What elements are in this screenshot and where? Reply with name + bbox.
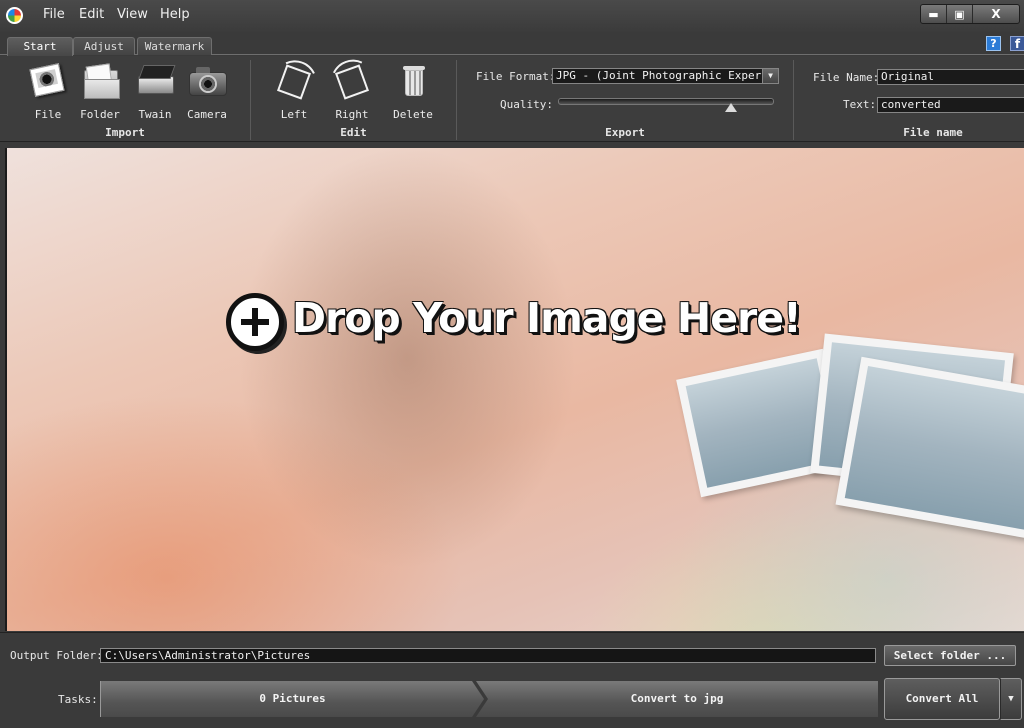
window-controls: ▬ ▣ X — [920, 4, 1020, 24]
delete-label: Delete — [393, 108, 433, 121]
text-input[interactable]: converted — [877, 97, 1024, 113]
rotate-right-icon — [332, 62, 372, 102]
text-label: Text: — [843, 98, 877, 111]
camera-icon — [187, 62, 227, 102]
decorative-photo — [835, 356, 1024, 540]
trash-icon — [393, 62, 433, 102]
drop-image-text: Drop Your Image Here! — [292, 294, 802, 342]
menu-help[interactable]: Help — [160, 7, 190, 22]
file-format-select[interactable]: JPG - (Joint Photographic Experts ▼ — [552, 68, 779, 84]
select-folder-button[interactable]: Select folder ... — [884, 645, 1016, 666]
file-format-value: JPG - (Joint Photographic Experts — [556, 69, 775, 82]
group-label-file-name: File name — [903, 126, 963, 139]
tab-strip: Start Adjust Watermark — [0, 32, 1024, 56]
minimize-button[interactable]: ▬ — [921, 5, 947, 23]
menu-file[interactable]: File — [43, 7, 65, 22]
rotate-right-label: Right — [335, 108, 369, 121]
text-value: converted — [881, 98, 941, 111]
import-camera-label: Camera — [187, 108, 227, 121]
task-progress-bar: 0 Pictures Convert to jpg — [100, 681, 878, 717]
import-file-button[interactable]: File — [22, 62, 74, 122]
output-folder-label: Output Folder: — [10, 649, 103, 662]
close-button[interactable]: X — [973, 5, 1019, 23]
task-convert-segment: Convert to jpg — [476, 681, 878, 717]
convert-all-button[interactable]: Convert All — [884, 678, 1000, 720]
quality-slider-thumb[interactable] — [724, 103, 737, 112]
maximize-button[interactable]: ▣ — [947, 5, 973, 23]
image-drop-area[interactable]: Drop Your Image Here! — [5, 148, 1024, 631]
file-name-select[interactable]: Original — [877, 69, 1024, 85]
import-folder-label: Folder — [80, 108, 120, 121]
scanner-icon — [135, 62, 175, 102]
title-bar: File Edit View Help ▬ ▣ X — [0, 0, 1024, 32]
rotate-left-icon — [274, 62, 314, 102]
import-twain-label: Twain — [138, 108, 172, 121]
app-logo-icon[interactable] — [6, 7, 23, 24]
output-folder-input[interactable]: C:\Users\Administrator\Pictures — [100, 648, 876, 663]
file-name-value: Original — [881, 70, 934, 83]
quality-label: Quality: — [500, 98, 553, 111]
help-icon[interactable]: ? — [986, 36, 1001, 51]
chevron-down-icon[interactable]: ▼ — [1000, 678, 1022, 720]
rotate-left-label: Left — [280, 108, 308, 121]
facebook-icon[interactable]: f — [1010, 36, 1024, 51]
import-camera-button[interactable]: Camera — [181, 62, 233, 122]
group-label-import: Import — [105, 126, 145, 139]
import-twain-button[interactable]: Twain — [129, 62, 181, 122]
tab-watermark[interactable]: Watermark — [137, 37, 212, 55]
group-label-edit: Edit — [340, 126, 367, 139]
quality-slider[interactable] — [558, 98, 774, 105]
chevron-down-icon[interactable]: ▼ — [762, 69, 778, 83]
rotate-right-button[interactable]: Right — [326, 62, 378, 122]
rotate-left-button[interactable]: Left — [268, 62, 320, 122]
tasks-label: Tasks: — [58, 693, 98, 706]
menu-edit[interactable]: Edit — [79, 7, 104, 22]
file-name-label: File Name: — [813, 71, 880, 84]
photo-icon — [28, 62, 68, 102]
delete-button[interactable]: Delete — [387, 62, 439, 122]
task-pictures-segment: 0 Pictures — [100, 681, 484, 717]
group-label-export: Export — [605, 126, 645, 139]
menu-view[interactable]: View — [117, 7, 148, 22]
import-folder-button[interactable]: Folder — [74, 62, 126, 122]
tab-start[interactable]: Start — [7, 37, 73, 56]
import-file-label: File — [34, 108, 62, 121]
tab-adjust[interactable]: Adjust — [73, 37, 135, 55]
folder-icon — [80, 62, 120, 102]
plus-circle-icon — [226, 293, 284, 351]
file-format-label: File Format: — [476, 70, 556, 83]
